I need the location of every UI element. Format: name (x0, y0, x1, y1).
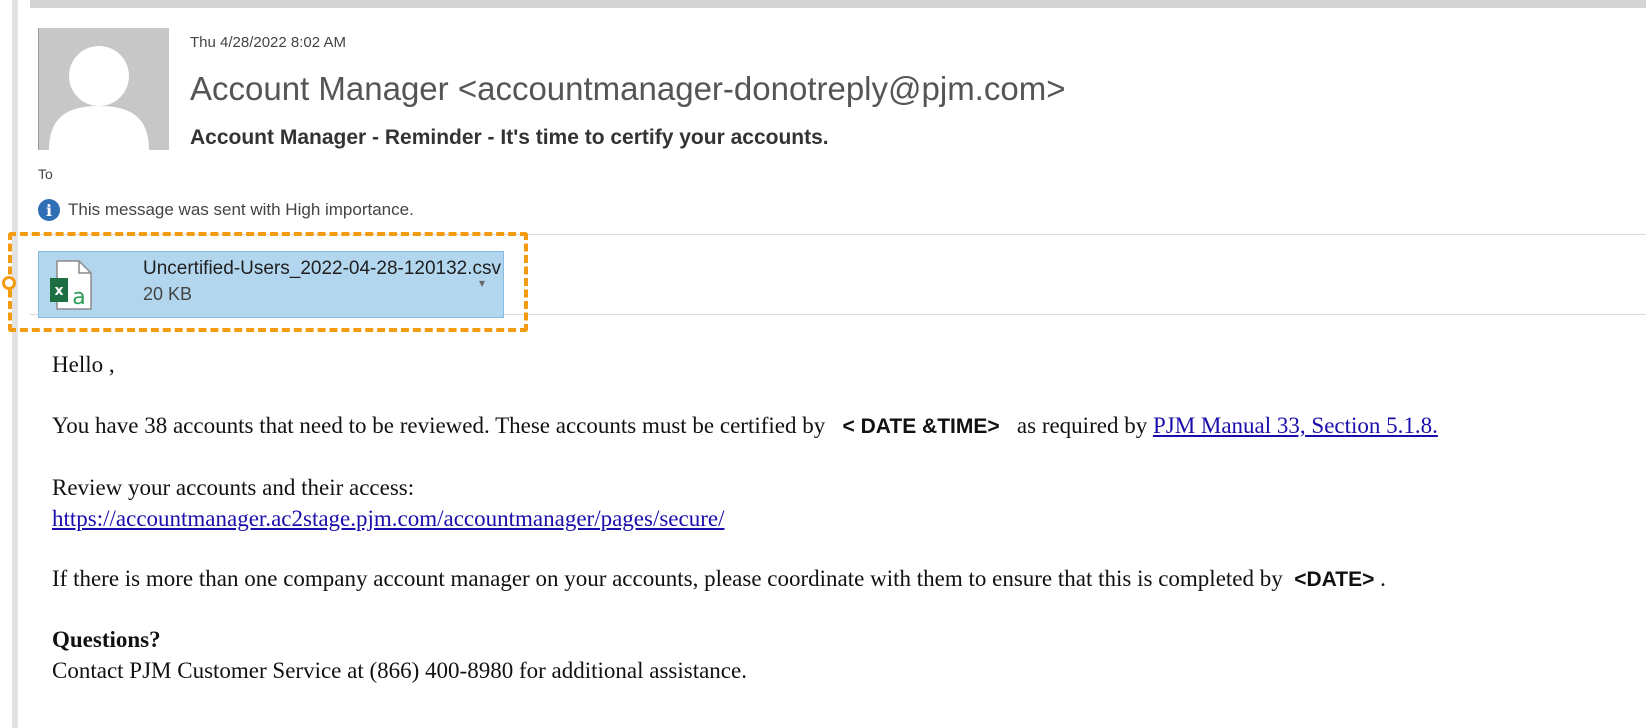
review-label: Review your accounts and their access: (52, 475, 415, 500)
message-date: Thu 4/28/2022 8:02 AM (190, 34, 346, 51)
highlight-connector-dot (2, 276, 16, 290)
review-url-link[interactable]: https://accountmanager.ac2stage.pjm.com/… (52, 506, 724, 531)
review-url-line: https://accountmanager.ac2stage.pjm.com/… (52, 506, 724, 532)
coordinate-suffix: . (1380, 566, 1386, 591)
manual-link[interactable]: PJM Manual 33, Section 5.1.8. (1153, 413, 1438, 438)
to-label: To (38, 166, 53, 182)
importance-notice: i This message was sent with High import… (38, 199, 414, 221)
date-time-placeholder: < DATE &TIME> (842, 415, 1000, 438)
info-icon: i (38, 199, 60, 221)
line-certify: You have 38 accounts that need to be rev… (52, 413, 1438, 439)
sender-name[interactable]: Account Manager <accountmanager-donotrep… (190, 70, 1065, 108)
reading-pane (24, 8, 1646, 728)
certify-middle-text: as required by (1016, 413, 1148, 438)
line-coordinate: If there is more than one company accoun… (52, 566, 1386, 592)
coordinate-text: If there is more than one company accoun… (52, 566, 1283, 591)
questions-heading: Questions? (52, 627, 161, 652)
contact-line: Contact PJM Customer Service at (866) 40… (52, 658, 747, 683)
left-rail (0, 0, 18, 728)
importance-notice-text: This message was sent with High importan… (68, 200, 414, 219)
sender-avatar (38, 28, 169, 150)
greeting: Hello , (52, 352, 115, 377)
person-icon (39, 28, 169, 150)
attachment-highlight-box (8, 232, 528, 332)
date-placeholder: <DATE> (1294, 568, 1375, 591)
message-subject: Account Manager - Reminder - It's time t… (190, 126, 829, 149)
certify-text: You have 38 accounts that need to be rev… (52, 413, 826, 438)
